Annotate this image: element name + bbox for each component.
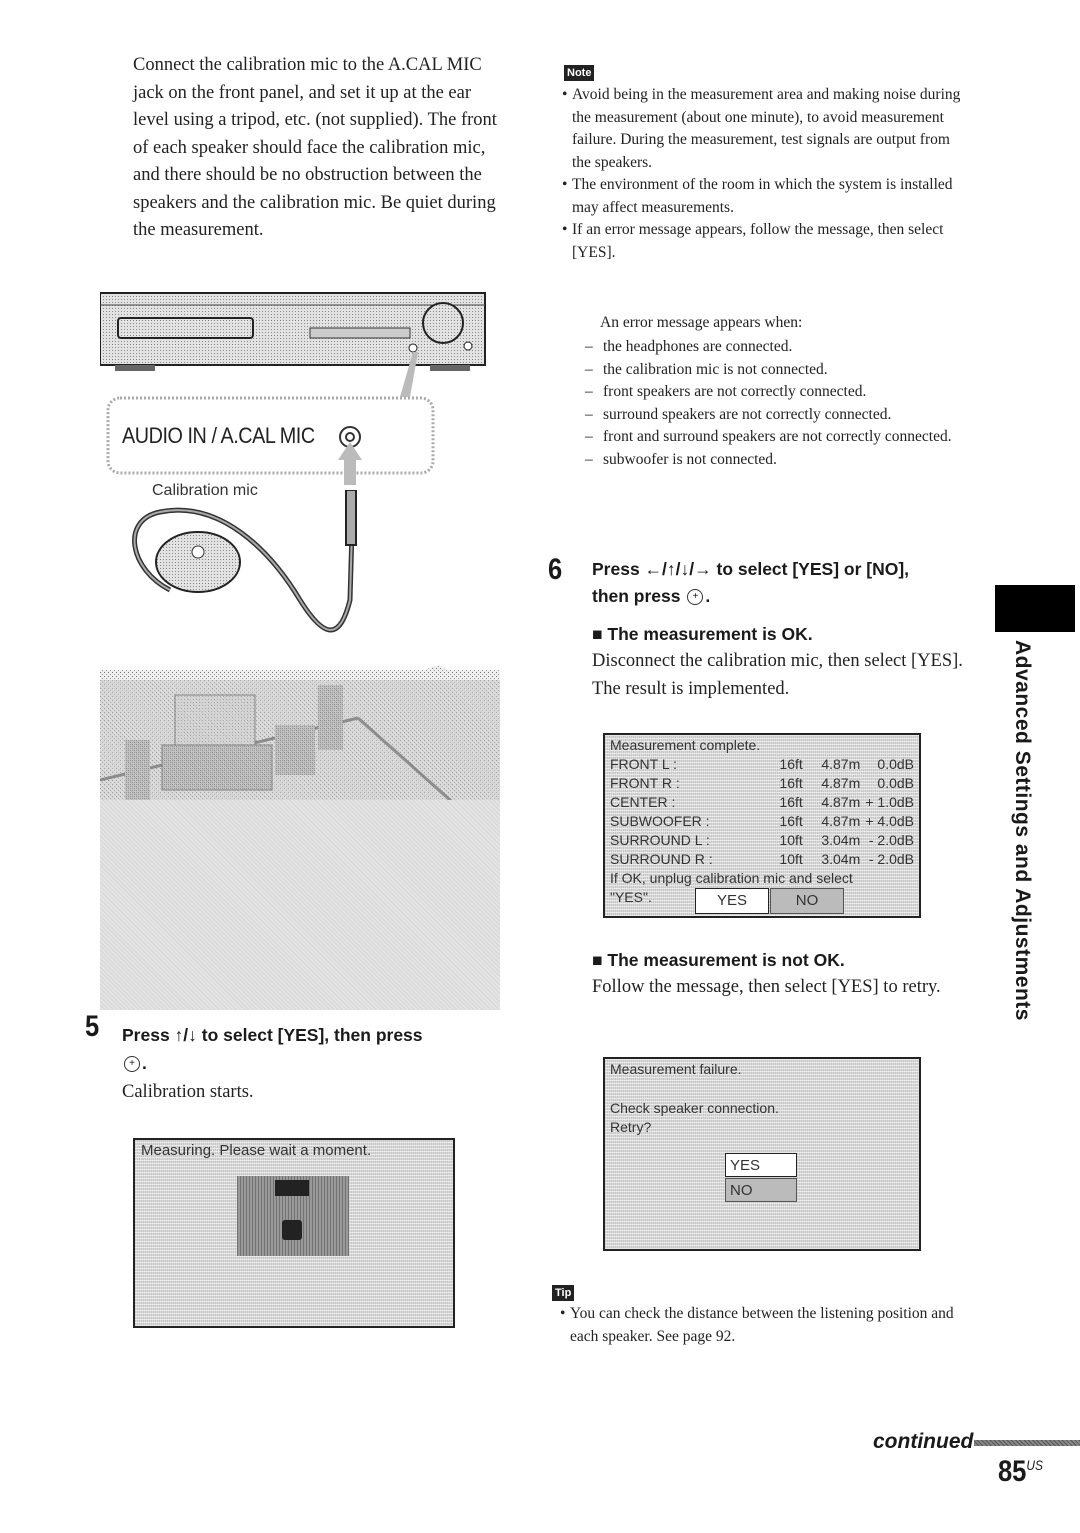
error-intro: An error message appears when: — [600, 314, 803, 331]
osd-measuring-message: Measuring. Please wait a moment. — [141, 1142, 372, 1159]
distance-ft: 10ft — [779, 832, 803, 848]
jack-label: AUDIO IN / A.CAL MIC — [122, 423, 315, 448]
distance-ft: 16ft — [779, 775, 803, 791]
osd-result-row: SUBWOOFER : 16ft 4.87m + 4.0dB — [610, 812, 914, 831]
distance-m: 3.04m — [821, 832, 861, 848]
distance-ft: 16ft — [779, 756, 803, 772]
note-badge: Note — [564, 63, 595, 81]
level-db: 0.0dB — [877, 756, 914, 772]
level-db: + 4.0dB — [865, 813, 914, 829]
step-6-title-line1: Press ←/↑/↓/→ to select [YES] or [NO], — [592, 559, 910, 579]
level-db: - 2.0dB — [868, 832, 914, 848]
page-number-value: 85 — [998, 1455, 1027, 1488]
error-case: subwoofer is not connected. — [583, 449, 968, 472]
error-case: front and surround speakers are not corr… — [583, 426, 968, 449]
section-side-label: Advanced Settings and Adjustments — [1011, 640, 1034, 1021]
osd-measuring-screen: Measuring. Please wait a moment. — [133, 1138, 455, 1328]
step-5-enter-line: +. — [122, 1050, 147, 1077]
continued-label: continued — [873, 1430, 974, 1453]
osd-retry-yes-button[interactable]: YES — [725, 1153, 797, 1177]
speaker-name: SURROUND L : — [610, 832, 710, 848]
distance-m: 3.04m — [821, 851, 861, 867]
page-number: 85US — [998, 1455, 1043, 1489]
note-badge-label: Note — [564, 65, 595, 81]
tip-badge: Tip — [552, 1283, 575, 1301]
osd-failure-line2: Retry? — [610, 1119, 652, 1135]
osd-measurement-failure: Measurement failure. Check speaker conne… — [603, 1057, 921, 1251]
period: . — [142, 1053, 147, 1073]
distance-m: 4.87m — [821, 794, 861, 810]
osd-result-row: FRONT R : 16ft 4.87m 0.0dB — [610, 774, 914, 793]
distance-ft: 10ft — [779, 851, 803, 867]
speaker-name: FRONT L : — [610, 756, 677, 772]
level-db: + 1.0dB — [865, 794, 914, 810]
page-region-suffix: US — [1026, 1457, 1043, 1473]
step-5-body: Calibration starts. — [122, 1082, 254, 1102]
distance-m: 4.87m — [821, 775, 861, 791]
error-case: front speakers are not correctly connect… — [583, 381, 968, 404]
not-ok-body: Follow the message, then select [YES] to… — [592, 977, 941, 997]
intro-paragraph: Connect the calibration mic to the A.CAL… — [133, 55, 497, 240]
enter-button-icon: + — [687, 589, 704, 606]
error-case: the calibration mic is not connected. — [583, 359, 968, 382]
error-case-list: the headphones are connected. the calibr… — [583, 336, 968, 471]
step-6-title: Press ←/↑/↓/→ to select [YES] or [NO], t… — [592, 556, 982, 610]
speaker-name: CENTER : — [610, 794, 676, 810]
section-tab-marker — [995, 585, 1075, 632]
note-item: The environment of the room in which the… — [562, 174, 972, 219]
osd-failure-title: Measurement failure. — [610, 1061, 742, 1077]
osd-result-row: FRONT L : 16ft 4.87m 0.0dB — [610, 755, 914, 774]
speaker-name: SURROUND R : — [610, 851, 713, 867]
tip-item: You can check the distance between the l… — [560, 1303, 960, 1348]
tip-badge-label: Tip — [552, 1285, 575, 1301]
step-6-number: 6 — [548, 553, 563, 586]
step-5-title-text: Press ↑/↓ to select [YES], then press — [122, 1025, 423, 1045]
osd-no-button[interactable]: NO — [770, 888, 844, 914]
note-item: Avoid being in the measurement area and … — [562, 84, 972, 174]
measuring-room-thumbnail-icon — [237, 1176, 349, 1256]
ok-body: Disconnect the calibration mic, then sel… — [592, 651, 963, 699]
note-item: If an error message appears, follow the … — [562, 219, 972, 264]
osd-retry-no-button[interactable]: NO — [725, 1178, 797, 1202]
step-5-title: Press ↑/↓ to select [YES], then press — [122, 1022, 502, 1049]
osd-footer-line2: "YES". — [610, 889, 652, 905]
speaker-name: FRONT R : — [610, 775, 680, 791]
error-case: surround speakers are not correctly conn… — [583, 404, 968, 427]
distance-m: 4.87m — [821, 813, 861, 829]
error-case: the headphones are connected. — [583, 336, 968, 359]
distance-ft: 16ft — [779, 794, 803, 810]
receiver-front-panel-icon — [100, 292, 486, 485]
osd-footer-line1: If OK, unplug calibration mic and select — [610, 870, 853, 886]
not-ok-heading: ■ The measurement is not OK. — [592, 950, 845, 970]
note-list: Avoid being in the measurement area and … — [562, 84, 972, 264]
ok-heading: ■ The measurement is OK. — [592, 624, 813, 644]
osd-result-row: CENTER : 16ft 4.87m + 1.0dB — [610, 793, 914, 812]
osd-yes-button[interactable]: YES — [695, 888, 769, 914]
speaker-name: SUBWOOFER : — [610, 813, 710, 829]
continued-rule — [974, 1440, 1080, 1446]
enter-button-icon: + — [124, 1056, 140, 1073]
room-floor-graphic — [100, 680, 500, 1010]
level-db: - 2.0dB — [868, 851, 914, 867]
osd-result-row: SURROUND R : 10ft 3.04m - 2.0dB — [610, 850, 914, 869]
osd-results-table: FRONT L : 16ft 4.87m 0.0dB FRONT R : 16ft 4.87… — [610, 755, 914, 869]
distance-m: 4.87m — [821, 756, 861, 772]
osd-complete-title: Measurement complete. — [610, 737, 761, 753]
osd-result-row: SURROUND L : 10ft 3.04m - 2.0dB — [610, 831, 914, 850]
step-5-number: 5 — [85, 1010, 100, 1043]
step-6-title-line2: then press +. — [592, 583, 982, 610]
osd-measurement-complete: Measurement complete. FRONT L : 16ft 4.87m… — [603, 733, 921, 918]
distance-ft: 16ft — [779, 813, 803, 829]
tip-list: You can check the distance between the l… — [560, 1303, 960, 1348]
osd-failure-line1: Check speaker connection. — [610, 1100, 779, 1116]
level-db: 0.0dB — [877, 775, 914, 791]
then-press-text: then press — [592, 586, 681, 606]
period: . — [705, 586, 711, 606]
